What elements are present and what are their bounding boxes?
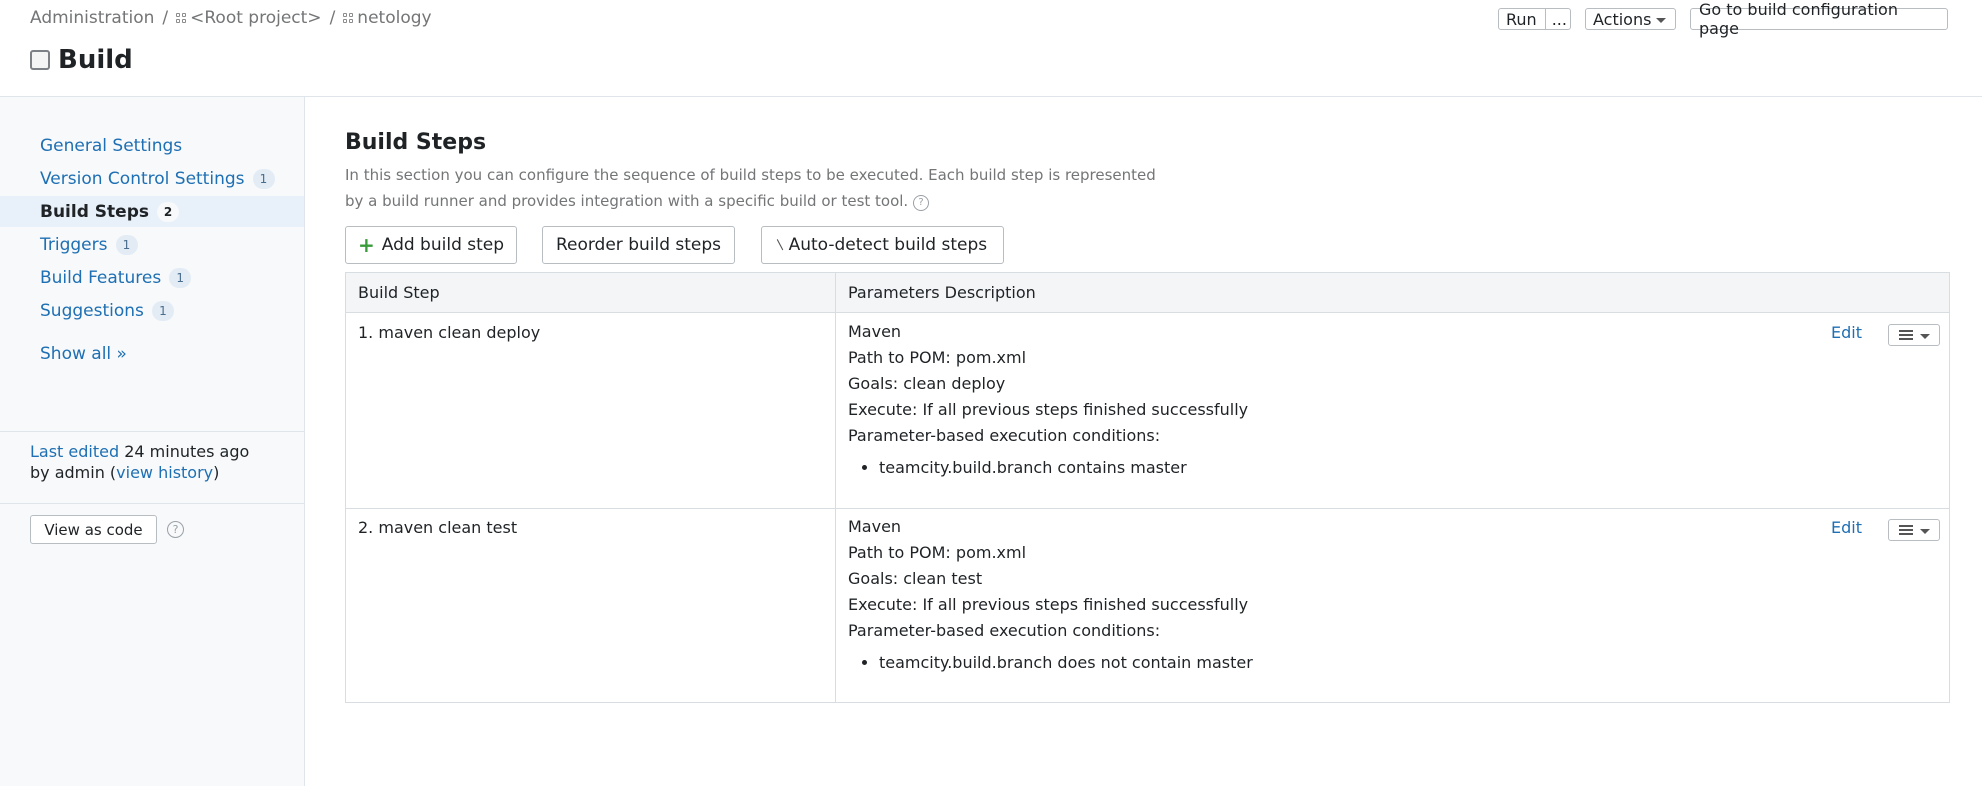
- run-button[interactable]: Run: [1499, 9, 1546, 29]
- chevron-down-icon: [1919, 528, 1930, 534]
- page-title-area: Build: [30, 45, 133, 75]
- param-conditions-label: Parameter-based execution conditions:: [848, 426, 1161, 445]
- param-execute: Execute: If all previous steps finished …: [848, 400, 1249, 419]
- conditions-list: teamcity.build.branch does not contain m…: [879, 650, 1253, 676]
- description-text: In this section you can configure the se…: [345, 166, 1156, 210]
- run-options-button[interactable]: ...: [1546, 9, 1573, 29]
- sidebar-item-label: Build Features: [40, 267, 162, 288]
- build-config-checkbox-icon: [30, 50, 50, 70]
- build-steps-table: Build Step Parameters Description 1. mav…: [345, 272, 1950, 703]
- last-edited-info: Last edited 24 minutes ago by admin (vie…: [30, 441, 249, 483]
- page-title: Build: [58, 45, 133, 75]
- goto-label: Go to build configuration page: [1699, 0, 1898, 38]
- view-as-code-label: View as code: [44, 520, 143, 539]
- show-all-link[interactable]: Show all »: [40, 344, 127, 364]
- edited-by: by admin (: [30, 463, 117, 482]
- breadcrumb-separator: /: [329, 8, 336, 28]
- breadcrumb: Administration / <Root project> / netolo…: [30, 8, 432, 28]
- count-badge: 1: [115, 234, 138, 255]
- help-icon[interactable]: ?: [912, 195, 929, 211]
- sidebar-item-build-features[interactable]: Build Features 1: [0, 262, 304, 293]
- help-icon[interactable]: ?: [167, 521, 184, 538]
- count-badge: 1: [151, 300, 174, 321]
- list-icon: [1898, 330, 1913, 340]
- column-header-build-step: Build Step: [358, 283, 440, 302]
- go-to-build-configuration-button[interactable]: Go to build configuration page: [1690, 0, 1948, 38]
- sidebar-item-general-settings[interactable]: General Settings: [0, 130, 304, 161]
- view-history-link[interactable]: view history: [116, 463, 213, 482]
- param-runner: Maven: [848, 517, 902, 536]
- sidebar-item-label: Suggestions: [40, 300, 144, 321]
- project-icon: [176, 12, 187, 24]
- run-button-group: Run ...: [1498, 8, 1571, 30]
- param-goals: Goals: clean test: [848, 569, 983, 588]
- edit-step-link[interactable]: Edit: [1831, 323, 1862, 342]
- conditions-list: teamcity.build.branch contains master: [879, 455, 1248, 481]
- count-badge: 2: [157, 201, 179, 222]
- reorder-build-steps-button[interactable]: Reorder build steps: [542, 226, 735, 264]
- breadcrumb-netology[interactable]: netology: [357, 8, 431, 28]
- param-conditions-label: Parameter-based execution conditions:: [848, 621, 1161, 640]
- breadcrumb-root-project[interactable]: <Root project>: [190, 8, 321, 28]
- sidebar-item-label: Version Control Settings: [40, 168, 245, 189]
- condition-item: teamcity.build.branch does not contain m…: [879, 650, 1253, 676]
- sidebar-divider: [0, 503, 304, 504]
- auto-detect-label: Auto-detect build steps: [788, 235, 988, 255]
- sidebar-item-triggers[interactable]: Triggers 1: [0, 229, 304, 260]
- count-badge: 1: [169, 267, 192, 288]
- section-title: Build Steps: [345, 130, 487, 155]
- auto-detect-build-steps-button[interactable]: / Auto-detect build steps: [761, 226, 1004, 264]
- column-header-parameters: Parameters Description: [848, 283, 1036, 302]
- step-parameters: Maven Path to POM: pom.xml Goals: clean …: [848, 514, 1253, 676]
- edit-step-link[interactable]: Edit: [1831, 518, 1862, 537]
- table-header: Build Step Parameters Description: [346, 273, 1949, 313]
- project-icon: [343, 12, 354, 24]
- step-name: 2. maven clean test: [358, 518, 518, 537]
- view-as-code-button[interactable]: View as code: [30, 515, 157, 544]
- chevron-down-icon: [1656, 18, 1667, 23]
- last-edited-time: 24 minutes ago: [119, 442, 250, 461]
- sidebar-item-suggestions[interactable]: Suggestions 1: [0, 295, 304, 326]
- sidebar-item-label: General Settings: [40, 135, 183, 156]
- sidebar: General Settings Version Control Setting…: [0, 97, 305, 786]
- step-parameters: Maven Path to POM: pom.xml Goals: clean …: [848, 319, 1248, 481]
- actions-button[interactable]: Actions: [1585, 8, 1676, 30]
- sidebar-item-label: Triggers: [40, 234, 108, 255]
- count-badge: 1: [252, 168, 275, 189]
- param-runner: Maven: [848, 322, 902, 341]
- sidebar-divider: [0, 431, 304, 432]
- page-header: Administration / <Root project> / netolo…: [0, 0, 1982, 97]
- add-build-step-button[interactable]: + Add build step: [345, 226, 517, 264]
- step-name: 1. maven clean deploy: [358, 323, 541, 342]
- step-menu-button[interactable]: [1888, 519, 1940, 541]
- sidebar-item-label: Build Steps: [40, 201, 149, 222]
- row-divider: [346, 508, 1949, 509]
- list-icon: [1898, 525, 1913, 535]
- magic-wand-icon: /: [772, 237, 788, 253]
- param-goals: Goals: clean deploy: [848, 374, 1006, 393]
- reorder-label: Reorder build steps: [555, 235, 722, 255]
- close-paren: ): [213, 463, 220, 482]
- breadcrumb-separator: /: [162, 8, 169, 28]
- param-execute: Execute: If all previous steps finished …: [848, 595, 1249, 614]
- breadcrumb-administration[interactable]: Administration: [30, 8, 154, 28]
- actions-label: Actions: [1593, 9, 1652, 29]
- chevron-down-icon: [1919, 333, 1930, 339]
- plus-icon: +: [357, 233, 375, 257]
- column-divider: [835, 273, 836, 702]
- condition-item: teamcity.build.branch contains master: [879, 455, 1248, 481]
- param-pom: Path to POM: pom.xml: [848, 543, 1027, 562]
- sidebar-item-build-steps[interactable]: Build Steps 2: [0, 196, 304, 227]
- sidebar-item-version-control-settings[interactable]: Version Control Settings 1: [0, 163, 304, 194]
- param-pom: Path to POM: pom.xml: [848, 348, 1027, 367]
- step-menu-button[interactable]: [1888, 324, 1940, 346]
- add-build-step-label: Add build step: [381, 235, 505, 255]
- last-edited-link[interactable]: Last edited: [30, 442, 119, 461]
- section-description: In this section you can configure the se…: [345, 162, 1165, 214]
